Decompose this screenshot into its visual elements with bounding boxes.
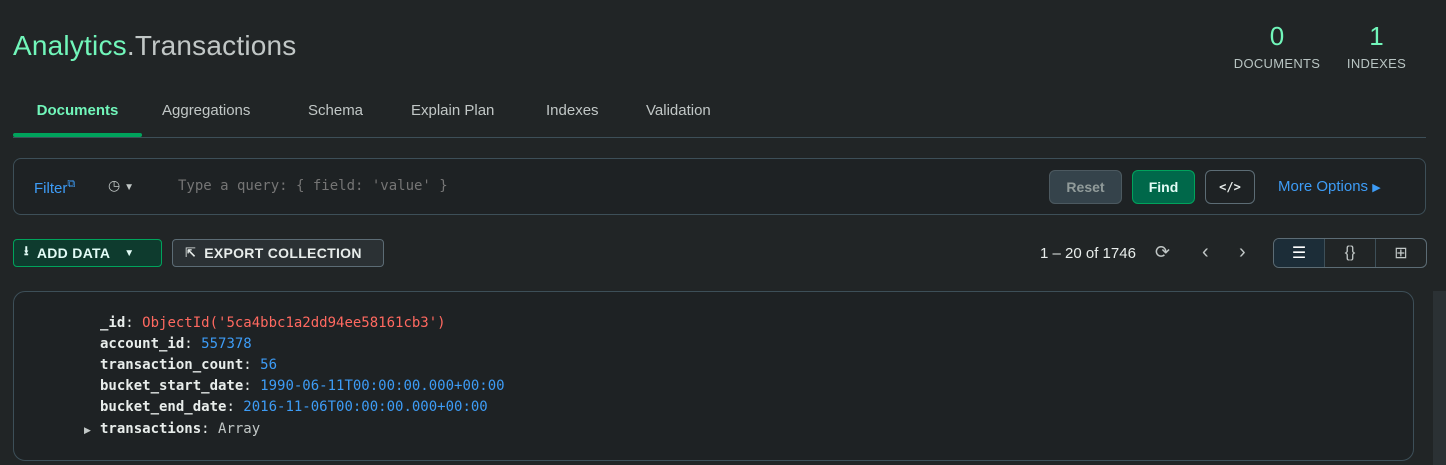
external-link-icon: ⧉ — [67, 178, 76, 190]
filter-label: Filter — [34, 180, 68, 197]
tab-indexes[interactable]: Indexes — [546, 92, 599, 137]
field-row: transactions: Array — [100, 421, 261, 437]
collection-name: Transactions — [134, 30, 297, 61]
json-view-icon[interactable]: {} — [1324, 239, 1375, 267]
caret-right-icon: ▶ — [1372, 182, 1381, 194]
tab-schema[interactable]: Schema — [308, 92, 363, 137]
field-value: 557378 — [201, 336, 252, 352]
field-value: ObjectId('5ca4bbc1a2dd94ee58161cb3') — [142, 315, 446, 331]
indexes-label: INDEXES — [1346, 56, 1407, 71]
tab-validation[interactable]: Validation — [646, 92, 711, 137]
more-options-button[interactable]: More Options ▶ — [1278, 178, 1381, 195]
filter-bar: Filter⧉ ◷ ▼ Reset Find </> More Options … — [13, 158, 1426, 215]
view-switcher: ☰ {} ⊞ — [1273, 238, 1427, 268]
export-collection-button[interactable]: ⇱ EXPORT COLLECTION — [172, 239, 384, 267]
tab-aggregations[interactable]: Aggregations — [162, 92, 250, 137]
field-row: transaction_count: 56 — [100, 357, 278, 373]
document-card[interactable]: _id: ObjectId('5ca4bbc1a2dd94ee58161cb3'… — [13, 291, 1414, 461]
caret-down-icon: ▼ — [124, 247, 135, 259]
documents-label: DOCUMENTS — [1233, 56, 1321, 71]
tab-explain-plan[interactable]: Explain Plan — [411, 92, 494, 137]
more-options-label: More Options — [1278, 178, 1369, 195]
field-value: 56 — [260, 357, 278, 373]
field-key: transactions — [100, 421, 202, 437]
collection-title: Analytics.Transactions — [13, 30, 296, 62]
field-value: 1990-06-11T00:00:00.000+00:00 — [260, 378, 505, 394]
collection-tabs: Documents Aggregations Schema Explain Pl… — [13, 92, 1426, 138]
find-button[interactable]: Find — [1132, 170, 1195, 204]
refresh-icon[interactable]: ⟳ — [1155, 242, 1170, 263]
field-key: bucket_end_date — [100, 399, 227, 415]
field-row: _id: ObjectId('5ca4bbc1a2dd94ee58161cb3'… — [100, 315, 446, 331]
expand-arrow-icon[interactable]: ▶ — [84, 425, 91, 436]
field-row: account_id: 557378 — [100, 336, 252, 352]
caret-down-icon: ▼ — [124, 182, 135, 193]
filter-link[interactable]: Filter⧉ — [34, 178, 75, 197]
field-row: bucket_start_date: 1990-06-11T00:00:00.0… — [100, 378, 505, 394]
field-key: bucket_start_date — [100, 378, 244, 394]
title-separator: . — [126, 30, 135, 61]
add-data-button[interactable]: ⭳ ADD DATA ▼ — [13, 239, 162, 267]
export-icon: ⇱ — [185, 245, 197, 260]
documents-stat: 0 DOCUMENTS — [1231, 22, 1323, 71]
documents-count: 0 — [1269, 21, 1285, 51]
database-name: Analytics — [13, 30, 127, 61]
field-value: Array — [218, 421, 261, 437]
export-label: EXPORT COLLECTION — [204, 245, 362, 261]
chevron-right-icon[interactable]: › — [1239, 241, 1246, 264]
indexes-count: 1 — [1369, 21, 1384, 51]
field-key: transaction_count — [100, 357, 244, 373]
code-icon[interactable]: </> — [1205, 170, 1255, 204]
clock-icon: ◷ — [108, 177, 121, 193]
query-input[interactable] — [178, 178, 1038, 194]
query-history-button[interactable]: ◷ ▼ — [108, 177, 134, 194]
field-value: 2016-11-06T00:00:00.000+00:00 — [243, 399, 488, 415]
reset-button[interactable]: Reset — [1049, 170, 1122, 204]
field-row: bucket_end_date: 2016-11-06T00:00:00.000… — [100, 399, 488, 415]
scrollbar[interactable] — [1433, 291, 1446, 465]
add-data-label: ADD DATA — [36, 245, 111, 261]
chevron-left-icon[interactable]: ‹ — [1202, 241, 1209, 264]
indexes-stat: 1 INDEXES — [1345, 22, 1408, 71]
pagination-text: 1 – 20 of 1746 — [1040, 245, 1136, 262]
tab-documents[interactable]: Documents — [13, 92, 142, 137]
table-view-icon[interactable]: ⊞ — [1375, 239, 1426, 267]
download-icon: ⭳ — [24, 243, 29, 258]
field-key: _id — [100, 315, 126, 331]
list-view-icon[interactable]: ☰ — [1274, 239, 1324, 267]
field-key: account_id — [100, 336, 185, 352]
